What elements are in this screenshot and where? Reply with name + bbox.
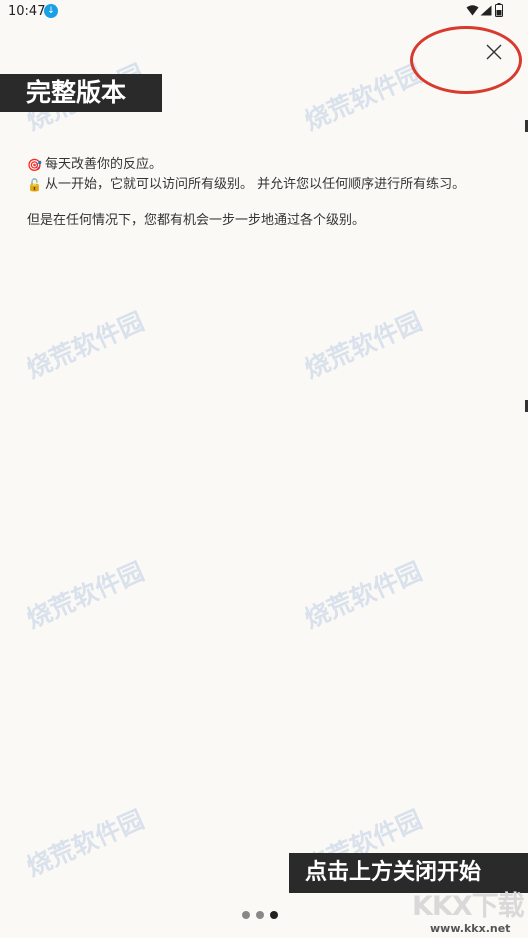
watermark: 烧荒软件园 [300, 58, 427, 137]
page-dot[interactable] [242, 911, 250, 919]
watermark: 烧荒软件园 [300, 556, 427, 635]
page-dot-active[interactable] [270, 911, 278, 919]
description-line: 但是在任何情况下，您都有机会一步一步地通过各个级别。 [27, 211, 465, 231]
logo-url: www.kkx.net [430, 922, 511, 935]
logo-text: KKX下载 [412, 891, 525, 922]
watermark: 烧荒软件园 [300, 306, 427, 385]
page-dot[interactable] [256, 911, 264, 919]
battery-icon [495, 3, 503, 17]
close-button[interactable] [478, 36, 510, 68]
full-version-banner: 完整版本 [0, 74, 162, 112]
description-text: 每天改善你的反应。 [45, 157, 163, 172]
close-x-icon [486, 44, 502, 60]
watermark: 烧荒软件园 [22, 556, 149, 635]
wifi-icon [466, 5, 479, 16]
status-bar: 10:47 ↓ [0, 0, 528, 24]
signal-icon [480, 5, 492, 16]
status-time: 10:47 [8, 4, 46, 19]
description-text: 但是在任何情况下，您都有机会一步一步地通过各个级别。 [27, 213, 366, 228]
unlock-icon: 🔓 [27, 178, 42, 192]
description-line: 🔓 从一开始，它就可以访问所有级别。 并允许您以任何顺序进行所有练习。 [27, 175, 465, 195]
target-icon: 🎯 [27, 158, 42, 172]
description-line: 🎯 每天改善你的反应。 [27, 155, 465, 175]
watermark: 烧荒软件园 [22, 306, 149, 385]
page-indicator [242, 911, 278, 919]
description: 🎯 每天改善你的反应。 🔓 从一开始，它就可以访问所有级别。 并允许您以任何顺序… [27, 155, 465, 231]
corner-logo: KKX下载 www.kkx.net [408, 884, 528, 938]
description-text: 从一开始，它就可以访问所有级别。 并允许您以任何顺序进行所有练习。 [45, 177, 466, 192]
watermark: 烧荒软件园 [22, 804, 149, 883]
download-icon: ↓ [44, 4, 58, 18]
